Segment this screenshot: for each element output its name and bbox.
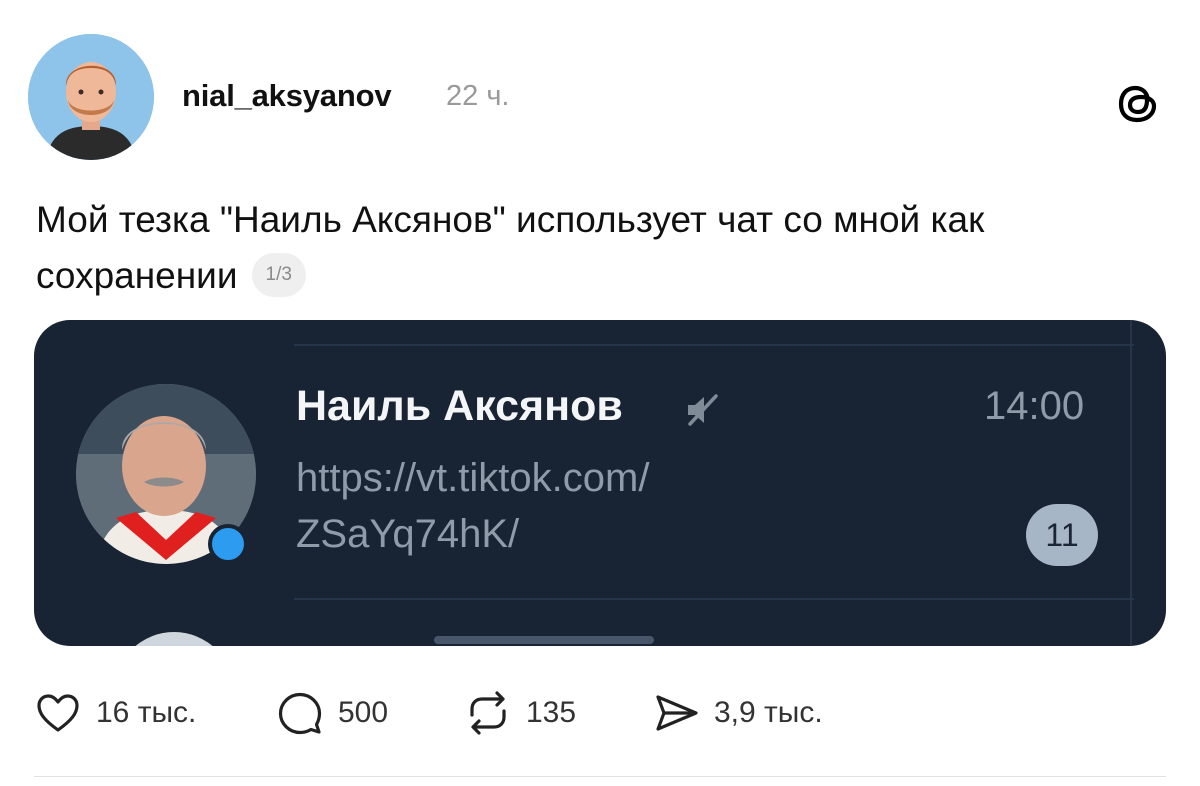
post-divider: [34, 776, 1166, 777]
share-button[interactable]: 3,9 тыс.: [652, 686, 823, 740]
image-pager: 1/3: [251, 253, 306, 298]
online-status-dot: [208, 524, 248, 564]
threads-logo-icon[interactable]: [1114, 78, 1164, 128]
like-count: 16 тыс.: [96, 696, 197, 729]
chat-contact-name: Наиль Аксянов: [296, 382, 623, 430]
comment-bubble-icon: [278, 692, 322, 735]
post-image[interactable]: Наиль Аксянов 14:00 https://vt.tiktok.co…: [34, 320, 1166, 646]
muted-speaker-icon: [682, 392, 722, 428]
repost-button[interactable]: 135: [464, 686, 576, 740]
author-username[interactable]: nial_aksyanov: [182, 78, 392, 114]
send-icon: [656, 695, 698, 731]
repost-count: 135: [526, 696, 577, 729]
chat-preview-line: https://vt.tiktok.com/: [296, 456, 650, 500]
post-text: Мой тезка "Наиль Аксянов" использует чат…: [36, 192, 1156, 304]
reply-button[interactable]: 500: [276, 686, 388, 740]
post-timestamp: 22 ч.: [446, 80, 510, 112]
author-avatar[interactable]: [28, 34, 154, 160]
heart-icon: [37, 694, 79, 732]
unread-count-badge: 11: [1026, 504, 1098, 566]
reply-count: 500: [338, 696, 389, 729]
chat-preview-line: ZSaYq74hK/: [296, 512, 520, 556]
repost-icon: [470, 691, 506, 735]
like-button[interactable]: 16 тыс.: [34, 686, 196, 740]
next-chat-avatar: [114, 632, 234, 646]
chat-message-preview: https://vt.tiktok.com/ ZSaYq74hK/: [296, 450, 856, 562]
share-count: 3,9 тыс.: [714, 696, 823, 729]
chat-time: 14:00: [984, 384, 1085, 428]
next-chat-text: [434, 636, 654, 644]
chat-divider: [294, 598, 1134, 600]
chat-divider: [294, 344, 1134, 346]
post-text-content: Мой тезка "Наиль Аксянов" использует чат…: [36, 199, 985, 296]
